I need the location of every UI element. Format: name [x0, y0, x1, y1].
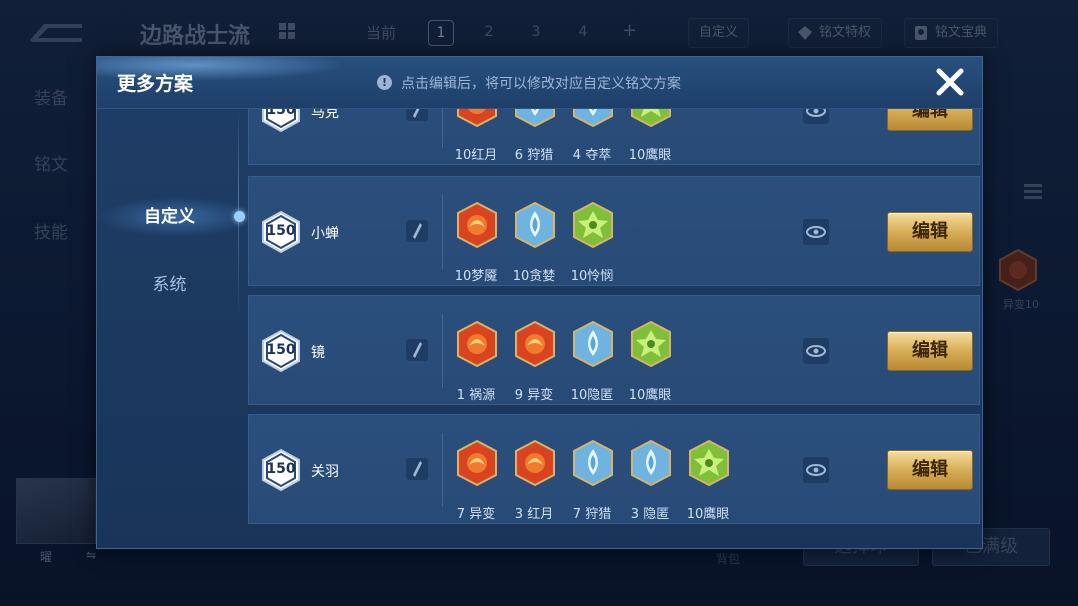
edit-button[interactable]: 编辑	[887, 450, 973, 490]
plan-name: 小蝉	[311, 226, 339, 242]
level-text: 150	[266, 342, 296, 358]
plan-row-0: 150 马克 编辑 10红月 6 狩猎 4 夺萃 10鹰眼	[248, 109, 980, 165]
row-divider	[442, 109, 443, 148]
more-plans-modal: 更多方案 ! 点击编辑后，将可以修改对应自定义铭文方案 自定义 系统 150 马…	[96, 56, 983, 549]
rename-pen-icon[interactable]	[405, 109, 429, 122]
rune-blue-icon	[511, 201, 559, 261]
edit-button[interactable]: 编辑	[887, 109, 973, 131]
rune-red-icon	[453, 439, 501, 499]
rune-red-icon	[511, 320, 559, 380]
rune-red-icon	[511, 439, 559, 499]
rune-label: 7 异变	[456, 507, 496, 522]
rune-label: 10怜悯	[570, 269, 614, 284]
plan-tabs: 自定义 系统	[97, 109, 245, 548]
edit-button[interactable]: 编辑	[887, 212, 973, 252]
rune-label: 10鹰眼	[628, 388, 672, 403]
level-text: 150	[266, 223, 296, 239]
tab-custom-label: 自定义	[144, 207, 195, 227]
rune-green-icon	[685, 439, 733, 499]
rune-green-icon	[569, 201, 617, 261]
rune-green-icon	[627, 109, 675, 140]
info-icon: !	[377, 75, 392, 90]
rune-label: 10鹰眼	[686, 507, 730, 522]
rune-label: 9 异变	[514, 388, 554, 403]
rune-blue-icon	[511, 109, 559, 140]
rune-label: 6 狩猎	[514, 148, 554, 163]
rune-label: 10贪婪	[512, 269, 556, 284]
hint-text: 点击编辑后，将可以修改对应自定义铭文方案	[401, 76, 681, 92]
rune-blue-icon	[627, 439, 675, 499]
preview-eye-icon[interactable]	[803, 457, 829, 483]
rune-label: 3 隐匿	[630, 507, 670, 522]
modal-title: 更多方案	[117, 73, 194, 95]
rune-red-icon	[453, 201, 501, 261]
plan-name: 镜	[311, 345, 325, 361]
rune-label: 3 红月	[514, 507, 554, 522]
rune-blue-icon	[569, 439, 617, 499]
rune-blue-icon	[569, 320, 617, 380]
plan-row-1: 150 小蝉 编辑 10梦魇 10贪婪 10怜悯	[248, 176, 980, 286]
rune-green-icon	[627, 320, 675, 380]
rune-label: 1 祸源	[456, 388, 496, 403]
rune-label: 7 狩猎	[572, 507, 612, 522]
preview-eye-icon[interactable]	[803, 219, 829, 245]
rune-label: 10隐匿	[570, 388, 614, 403]
row-divider	[442, 433, 443, 507]
tab-indicator	[234, 211, 245, 222]
rune-red-icon	[453, 320, 501, 380]
row-divider	[442, 314, 443, 388]
rune-label: 10鹰眼	[628, 148, 672, 163]
rune-label: 4 夺萃	[572, 148, 612, 163]
preview-eye-icon[interactable]	[803, 338, 829, 364]
rune-blue-icon	[569, 109, 617, 140]
plan-name: 马克	[311, 109, 339, 121]
level-text: 150	[266, 461, 296, 477]
rune-red-icon	[453, 109, 501, 140]
rename-pen-icon[interactable]	[405, 338, 429, 362]
plan-name: 关羽	[311, 464, 339, 480]
rune-label: 10梦魇	[454, 269, 498, 284]
tab-system-label: 系统	[152, 275, 187, 295]
rune-label: 10红月	[454, 148, 498, 163]
rename-pen-icon[interactable]	[405, 457, 429, 481]
edit-button[interactable]: 编辑	[887, 331, 973, 371]
level-text: 150	[266, 109, 296, 118]
preview-eye-icon[interactable]	[803, 109, 829, 124]
tab-custom[interactable]: 自定义	[97, 197, 245, 237]
rename-pen-icon[interactable]	[405, 219, 429, 243]
tab-system[interactable]: 系统	[97, 265, 242, 305]
plan-row-2: 150 镜 编辑 1 祸源 9 异变 10隐匿 10鹰眼	[248, 295, 980, 405]
plan-list[interactable]: 150 马克 编辑 10红月 6 狩猎 4 夺萃 10鹰眼 150 小蝉 编辑 …	[248, 109, 980, 548]
row-divider	[442, 195, 443, 269]
modal-header: 更多方案 ! 点击编辑后，将可以修改对应自定义铭文方案	[97, 57, 982, 109]
plan-row-3: 150 关羽 编辑 7 异变 3 红月 7 狩猎 3 隐匿 10鹰眼	[248, 414, 980, 524]
close-icon[interactable]	[931, 63, 969, 101]
